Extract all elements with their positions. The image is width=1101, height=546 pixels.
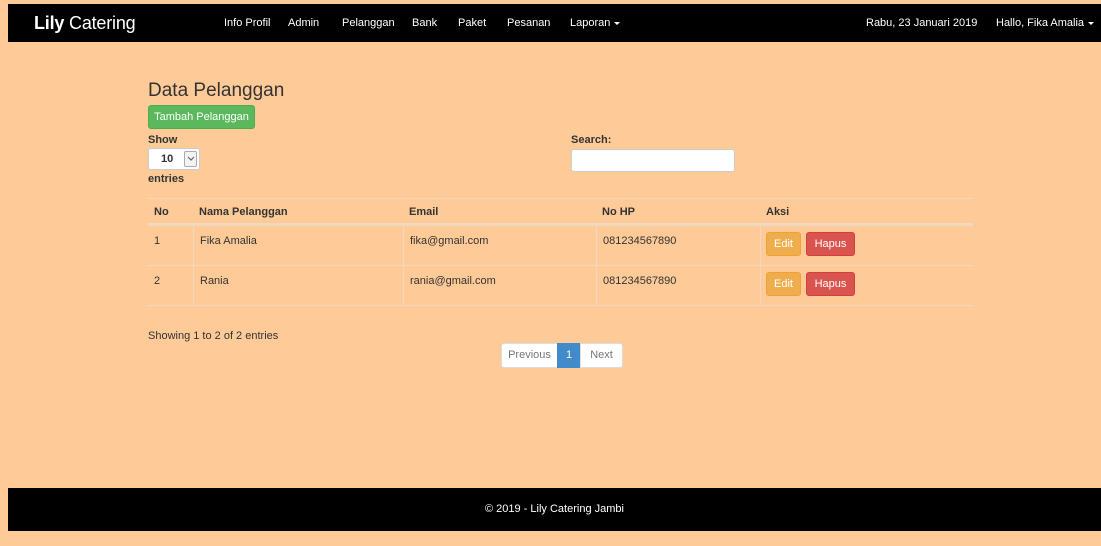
- header-aksi[interactable]: Aksi: [760, 199, 973, 223]
- brand-bold: Lily: [34, 13, 65, 33]
- cell-email: rania@gmail.com: [403, 266, 596, 305]
- caret-down-icon: [1088, 21, 1095, 25]
- edit-button[interactable]: Edit: [766, 232, 801, 256]
- add-customer-button[interactable]: Tambah Pelanggan: [148, 105, 255, 129]
- nav-date: Rabu, 23 Januari 2019: [866, 17, 978, 29]
- cell-nama: Rania: [193, 266, 403, 305]
- brand-rest: Catering: [64, 13, 136, 33]
- caret-down-icon: [614, 21, 621, 25]
- cell-email: fika@gmail.com: [403, 226, 596, 265]
- header-no[interactable]: No: [148, 199, 193, 223]
- header-no-hp[interactable]: No HP: [596, 199, 760, 223]
- pagination-page-1[interactable]: 1: [557, 343, 581, 368]
- nav-item-info-profil[interactable]: Info Profil: [224, 17, 270, 29]
- delete-button[interactable]: Hapus: [806, 232, 855, 256]
- table-info: Showing 1 to 2 of 2 entries: [148, 330, 279, 342]
- page-title: Data Pelanggan: [148, 80, 285, 101]
- search-label: Search:: [571, 134, 612, 146]
- pagination-previous[interactable]: Previous: [501, 343, 558, 368]
- user-menu[interactable]: Hallo, Fika Amalia: [996, 17, 1095, 29]
- cell-no-hp: 081234567890: [596, 266, 760, 305]
- brand-logo[interactable]: Lily Catering: [34, 13, 136, 34]
- nav-item-laporan[interactable]: Laporan: [570, 17, 621, 29]
- edit-button[interactable]: Edit: [766, 272, 801, 296]
- nav-item-pelanggan[interactable]: Pelanggan: [342, 17, 395, 29]
- header-nama[interactable]: Nama Pelanggan: [193, 199, 403, 223]
- user-menu-label: Hallo, Fika Amalia: [996, 17, 1085, 29]
- cell-no: 2: [154, 275, 161, 287]
- show-label: Show: [148, 134, 178, 146]
- nav-item-paket[interactable]: Paket: [458, 17, 486, 29]
- pagination-next[interactable]: Next: [580, 343, 623, 368]
- table-row: 2 Rania rania@gmail.com 081234567890 Edi…: [148, 265, 973, 305]
- table-bottom-border: [148, 305, 973, 306]
- nav-item-laporan-label: Laporan: [570, 17, 611, 29]
- cell-aksi: Edit Hapus: [760, 266, 973, 305]
- chevron-down-icon: [184, 151, 197, 167]
- cell-no: 1: [154, 235, 161, 247]
- footer: © 2019 - Lily Catering Jambi: [8, 488, 1101, 531]
- entries-label: entries: [148, 173, 185, 185]
- entries-select[interactable]: 10: [148, 148, 200, 170]
- header-email[interactable]: Email: [403, 199, 596, 223]
- nav-item-admin[interactable]: Admin: [288, 17, 319, 29]
- delete-button[interactable]: Hapus: [806, 272, 855, 296]
- top-navbar: Lily Catering Info Profil Admin Pelangga…: [8, 4, 1101, 42]
- cell-aksi: Edit Hapus: [760, 226, 973, 265]
- entries-select-value: 10: [161, 153, 174, 165]
- nav-item-bank[interactable]: Bank: [412, 17, 437, 29]
- cell-nama: Fika Amalia: [193, 226, 403, 265]
- nav-item-pesanan[interactable]: Pesanan: [507, 17, 550, 29]
- table-row: 1 Fika Amalia fika@gmail.com 08123456789…: [148, 225, 973, 265]
- table-header-row: No Nama Pelanggan Email No HP Aksi: [148, 198, 973, 225]
- cell-no-hp: 081234567890: [596, 226, 760, 265]
- search-input[interactable]: [571, 149, 735, 172]
